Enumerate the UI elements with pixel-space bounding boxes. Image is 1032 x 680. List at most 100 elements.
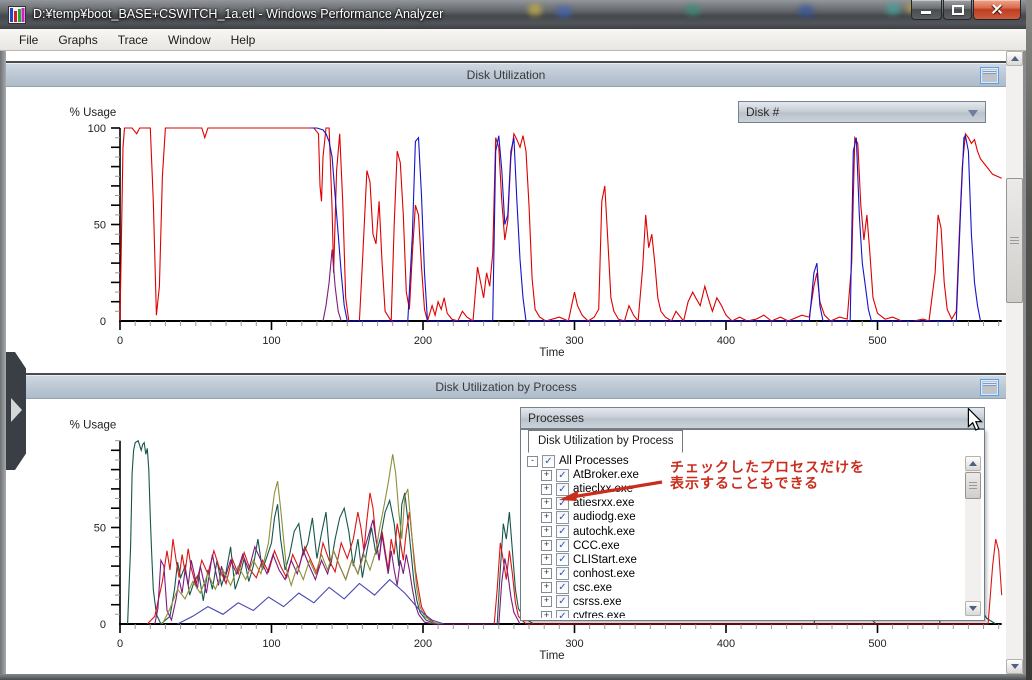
collapse-icon[interactable]: - <box>527 456 538 467</box>
menu-file[interactable]: File <box>10 31 47 49</box>
svg-text:100: 100 <box>262 335 280 347</box>
panel-window-icon[interactable] <box>980 379 999 396</box>
tree-item-ccc-exe[interactable]: +✓CCC.exe <box>525 539 962 553</box>
close-button[interactable] <box>973 0 1021 20</box>
arrow-up-icon <box>969 461 977 466</box>
window-frame-bottom <box>0 674 1026 680</box>
glass-reflection <box>798 5 814 17</box>
process-name: cvtres.exe <box>573 610 625 618</box>
client-area: Disk Utilization 050100% Usage0100200300… <box>6 51 1006 674</box>
disk-utilization-by-process-title: Disk Utilization by Process <box>435 380 576 394</box>
menu-bar: FileGraphsTraceWindowHelp <box>0 29 1026 51</box>
processes-dropdown-label: Processes <box>528 411 584 425</box>
disk-utilization-title: Disk Utilization <box>467 68 546 82</box>
tree-item-clistart-exe[interactable]: + ✓ CLIStart.exe <box>525 553 962 567</box>
expand-icon[interactable]: + <box>541 540 552 551</box>
tree-item-conhost-exe[interactable]: +✓conhost.exe <box>525 567 962 581</box>
title-bar[interactable]: D:¥temp¥boot_BASE+CSWITCH_1a.etl - Windo… <box>0 0 1026 30</box>
scroll-up-button[interactable] <box>965 456 981 471</box>
minimize-button[interactable] <box>911 0 942 20</box>
checkbox[interactable]: ✓ <box>542 455 555 468</box>
svg-text:Time: Time <box>539 347 564 359</box>
checkbox[interactable]: ✓ <box>556 610 569 618</box>
glass-reflection <box>556 6 572 18</box>
scroll-down-button[interactable] <box>1006 659 1023 674</box>
svg-text:300: 300 <box>565 638 583 650</box>
arrow-right-icon <box>11 398 22 422</box>
svg-text:400: 400 <box>717 638 735 650</box>
checkbox[interactable]: ✓ <box>556 581 569 594</box>
tree-item-csrss-exe[interactable]: + ✓ csrss.exe <box>525 595 962 609</box>
expand-icon[interactable]: + <box>541 568 552 579</box>
svg-text:0: 0 <box>100 316 106 328</box>
tab-disk-utilization-by-process[interactable]: Disk Utilization by Process <box>528 430 683 453</box>
menu-graphs[interactable]: Graphs <box>49 31 106 49</box>
desktop-background <box>1026 0 1032 680</box>
svg-text:100: 100 <box>88 123 106 135</box>
disk-utilization-by-process-header[interactable]: Disk Utilization by Process <box>6 375 1006 399</box>
process-name: CLIStart.exe <box>573 554 637 566</box>
svg-text:0: 0 <box>117 335 123 347</box>
expand-icon[interactable]: + <box>541 512 552 523</box>
checkbox[interactable]: ✓ <box>556 567 569 580</box>
checkbox[interactable]: ✓ <box>556 553 569 566</box>
process-list-scrollbar[interactable] <box>965 456 981 616</box>
glass-reflection <box>886 3 900 15</box>
expand-icon[interactable]: + <box>541 554 552 565</box>
svg-text:100: 100 <box>262 638 280 650</box>
svg-text:500: 500 <box>868 335 886 347</box>
tree-item-cvtres-exe[interactable]: + ✓ cvtres.exe <box>525 609 962 618</box>
app-window: D:¥temp¥boot_BASE+CSWITCH_1a.etl - Windo… <box>0 0 1026 680</box>
checkbox[interactable]: ✓ <box>556 525 569 538</box>
expand-icon[interactable]: + <box>541 498 552 509</box>
scrollbar-thumb[interactable] <box>965 472 981 499</box>
process-name: autochk.exe <box>573 526 635 538</box>
menu-trace[interactable]: Trace <box>109 31 157 49</box>
process-name: All Processes <box>559 455 629 467</box>
process-name: csc.exe <box>573 582 612 594</box>
scroll-up-button[interactable] <box>1006 51 1023 66</box>
chevron-down-icon <box>968 110 978 117</box>
expand-icon[interactable]: + <box>541 611 552 618</box>
annotation-line-1: チェックしたプロセスだけを <box>670 459 865 475</box>
tree-item-autochk-exe[interactable]: + ✓ autochk.exe <box>525 524 962 538</box>
tree-item-csc-exe[interactable]: + ✓ csc.exe <box>525 581 962 595</box>
expand-icon[interactable]: + <box>541 470 552 481</box>
process-name: csrss.exe <box>573 596 622 608</box>
svg-text:400: 400 <box>717 335 735 347</box>
svg-text:300: 300 <box>565 335 583 347</box>
restore-button[interactable] <box>943 0 972 20</box>
disk-number-dropdown[interactable]: Disk # <box>738 101 986 123</box>
process-name: audiodg.exe <box>573 511 636 523</box>
checkbox[interactable]: ✓ <box>556 511 569 524</box>
svg-text:50: 50 <box>94 523 106 535</box>
scrollbar-thumb[interactable] <box>1006 178 1023 303</box>
disk-number-dropdown-label: Disk # <box>746 105 779 119</box>
svg-text:200: 200 <box>414 638 432 650</box>
arrow-down-icon <box>969 606 977 611</box>
scroll-down-button[interactable] <box>965 601 981 616</box>
annotation-text: チェックしたプロセスだけを 表示することもできる <box>670 459 865 491</box>
expand-icon[interactable]: + <box>541 596 552 607</box>
disk-utilization-chart: 050100% Usage0100200300400500Time <box>6 84 1006 372</box>
checkbox[interactable]: ✓ <box>556 595 569 608</box>
expand-icon[interactable]: + <box>541 526 552 537</box>
annotation-arrow <box>556 475 674 507</box>
menu-window[interactable]: Window <box>159 31 220 49</box>
expand-icon[interactable]: + <box>541 484 552 495</box>
app-icon <box>8 6 26 24</box>
graph-flyout-handle[interactable] <box>6 352 26 470</box>
tree-item-audiodg-exe[interactable]: + ✓ audiodg.exe <box>525 510 962 524</box>
window-title: D:¥temp¥boot_BASE+CSWITCH_1a.etl - Windo… <box>33 0 443 29</box>
mouse-cursor <box>967 408 983 432</box>
expand-icon[interactable]: + <box>541 582 552 593</box>
main-scrollbar[interactable] <box>1006 51 1023 674</box>
processes-dropdown[interactable]: Processes <box>520 407 985 429</box>
glass-reflection <box>686 4 700 16</box>
checkbox[interactable]: ✓ <box>556 539 569 552</box>
thumb-grip <box>969 482 977 490</box>
svg-text:50: 50 <box>94 220 106 232</box>
panel-window-icon[interactable] <box>980 67 999 84</box>
svg-text:0: 0 <box>100 619 106 631</box>
menu-help[interactable]: Help <box>222 31 265 49</box>
